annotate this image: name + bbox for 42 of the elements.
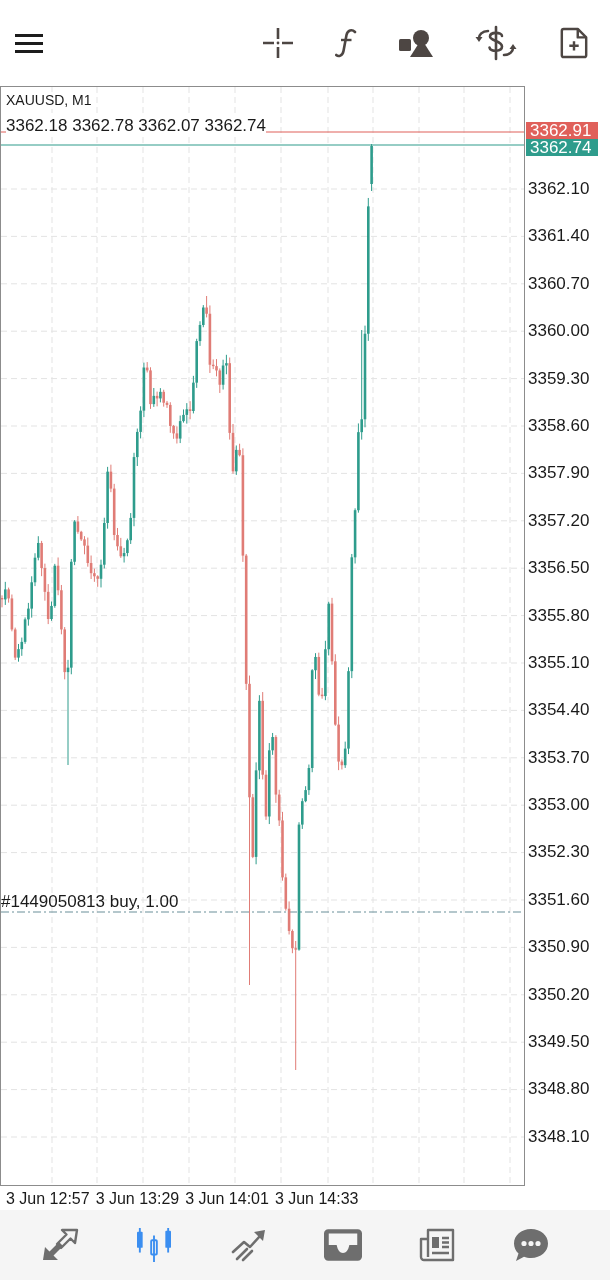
price-axis-label: 3353.00 (528, 795, 590, 816)
price-axis-label: 3361.40 (528, 226, 590, 247)
price-axis-label: 3350.20 (528, 984, 590, 1005)
ohlc-values: 3362.18 3362.78 3362.07 3362.74 (6, 116, 266, 136)
price-axis-label: 3353.70 (528, 747, 590, 768)
candlestick-icon[interactable] (135, 1228, 174, 1262)
price-axis-label: 3355.10 (528, 652, 590, 673)
price-axis-label: 3351.60 (528, 889, 590, 910)
price-axis-label: 3359.30 (528, 368, 590, 389)
price-axis-label: 3360.00 (528, 321, 590, 342)
shapes-icon[interactable] (399, 29, 433, 57)
two-way-arrow-icon[interactable] (41, 1228, 79, 1262)
price-axis-label: 3357.20 (528, 510, 590, 531)
crosshair-icon[interactable] (263, 28, 293, 58)
price-axis-label: 3352.30 (528, 842, 590, 863)
price-axis-label: 3348.80 (528, 1079, 590, 1100)
chat-icon[interactable] (511, 1228, 550, 1262)
price-axis-label: 3356.50 (528, 558, 590, 579)
price-axis-label: 3358.60 (528, 415, 590, 436)
time-axis-label: 3 Jun 14:01 (185, 1188, 269, 1208)
time-axis-label: 3 Jun 12:57 (6, 1188, 90, 1208)
add-file-icon[interactable] (559, 26, 589, 60)
newspaper-icon[interactable] (417, 1228, 456, 1262)
order-label: #1449050813 buy, 1.00 (1, 892, 179, 912)
price-axis-label: 3354.40 (528, 700, 590, 721)
inbox-icon[interactable] (323, 1228, 362, 1262)
trend-arrow-icon[interactable] (229, 1228, 268, 1262)
price-tag: 3362.91 (526, 122, 598, 139)
price-axis-label: 3348.10 (528, 1126, 590, 1147)
price-axis-label: 3350.90 (528, 937, 590, 958)
price-axis-label: 3355.80 (528, 605, 590, 626)
time-axis-label: 3 Jun 13:29 (95, 1188, 180, 1208)
price-axis-label: 3360.70 (528, 273, 590, 294)
price-axis-label: 3349.50 (528, 1032, 590, 1052)
price-tag: 3362.74 (526, 139, 598, 156)
time-axis-label: 3 Jun 14:33 (274, 1188, 359, 1208)
menu-icon[interactable] (15, 33, 43, 53)
symbol-timeframe-label: XAUUSD, M1 (6, 92, 92, 109)
function-icon[interactable] (335, 28, 357, 58)
currency-exchange-icon[interactable] (475, 25, 517, 61)
price-axis-label: 3362.10 (528, 179, 590, 199)
price-axis-label: 3357.90 (528, 463, 590, 484)
